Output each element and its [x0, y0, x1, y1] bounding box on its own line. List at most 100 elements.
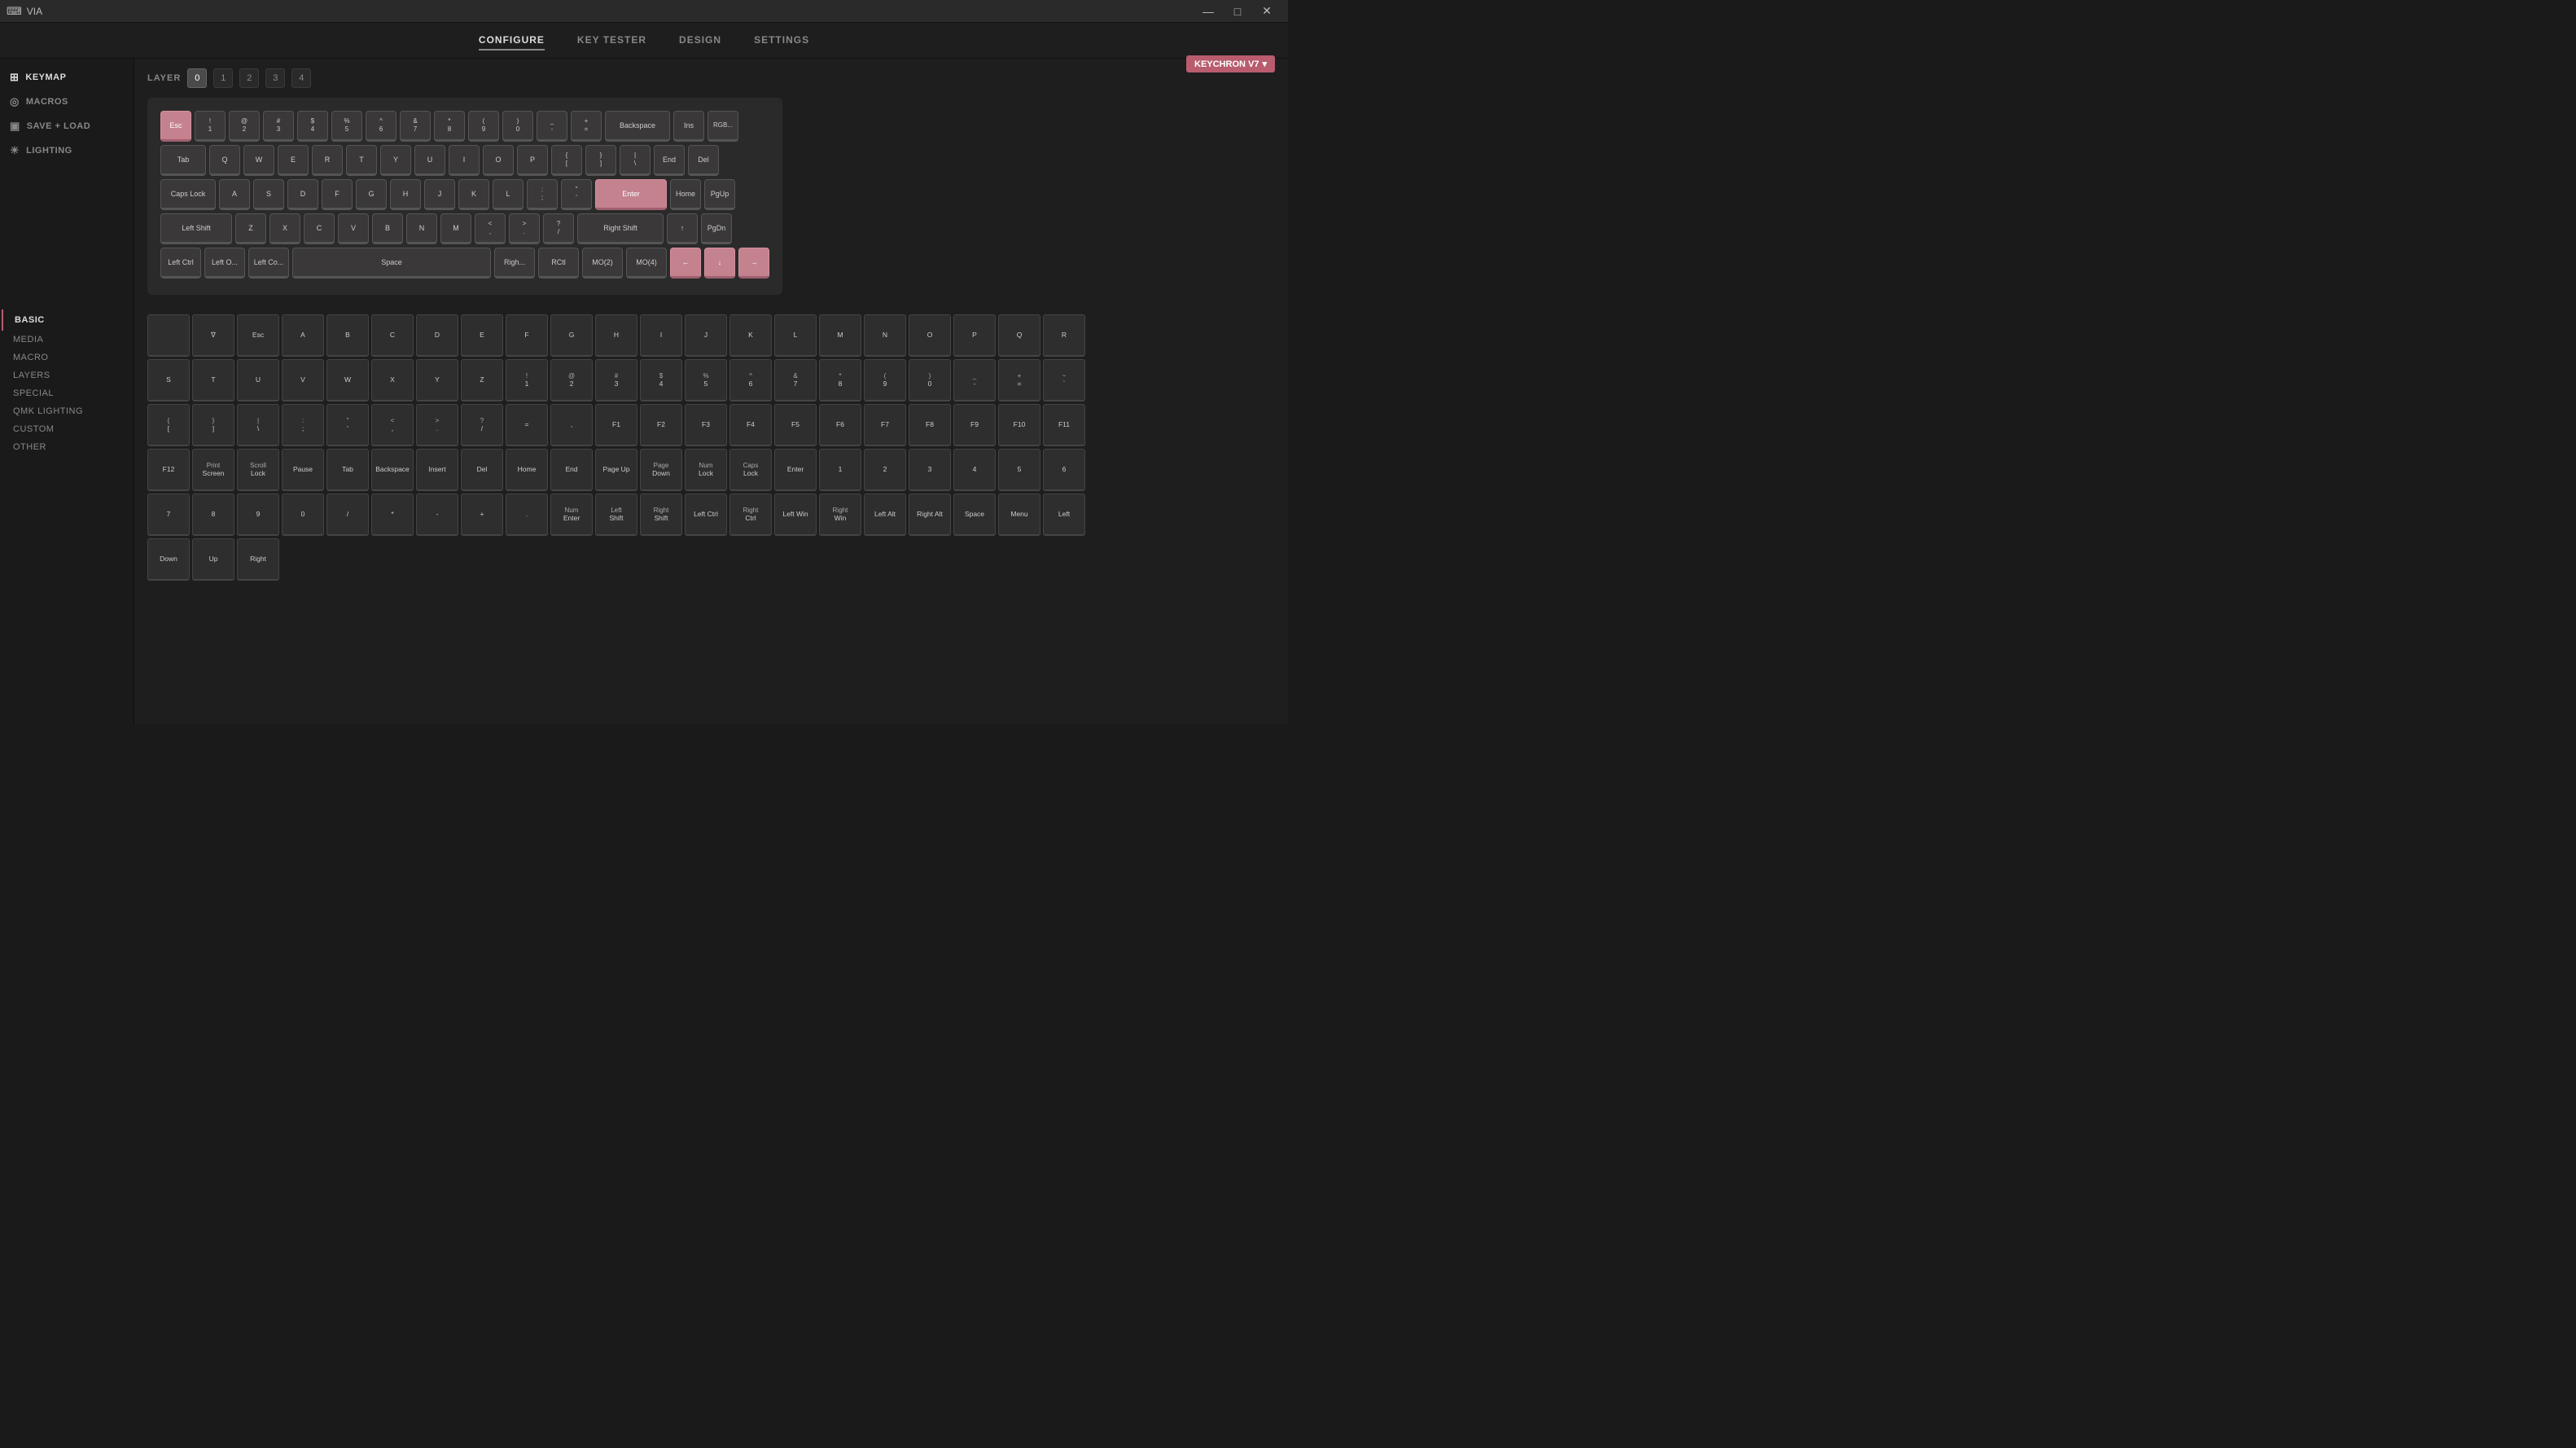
gkey-num-minus[interactable]: -	[416, 494, 458, 536]
sidebar-sub-special[interactable]: SPECIAL	[0, 384, 134, 402]
key-rgb[interactable]: RGB...	[708, 111, 738, 142]
key-enter[interactable]: Enter	[595, 179, 667, 210]
gkey-pct-5[interactable]: %5	[685, 359, 727, 401]
key-left-ctrl[interactable]: Left Ctrl	[160, 248, 201, 279]
gkey-b[interactable]: B	[326, 314, 369, 357]
gkey-right-arrow[interactable]: Right	[237, 538, 279, 581]
gkey-dquote[interactable]: "'	[326, 404, 369, 446]
gkey-hash-3[interactable]: #3	[595, 359, 637, 401]
gkey-tilde[interactable]: ~`	[1043, 359, 1085, 401]
gkey-print-screen[interactable]: PrintScreen	[192, 449, 234, 491]
gkey-q[interactable]: Q	[998, 314, 1040, 357]
gkey-num9[interactable]: 9	[237, 494, 279, 536]
gkey-scroll-lock[interactable]: ScrollLock	[237, 449, 279, 491]
gkey-up-arrow[interactable]: Up	[192, 538, 234, 581]
key-lbracket[interactable]: {[	[551, 145, 582, 176]
key-n[interactable]: N	[406, 213, 437, 244]
gkey-dol-4[interactable]: $4	[640, 359, 682, 401]
sidebar-sub-custom[interactable]: CUSTOM	[0, 420, 134, 438]
key-o[interactable]: O	[483, 145, 514, 176]
gkey-right-win[interactable]: RightWin	[819, 494, 861, 536]
key-right-os[interactable]: Righ...	[494, 248, 535, 279]
gkey-a[interactable]: A	[282, 314, 324, 357]
gkey-num-dot[interactable]: .	[506, 494, 548, 536]
key-home[interactable]: Home	[670, 179, 701, 210]
key-l[interactable]: L	[493, 179, 524, 210]
key-4[interactable]: $4	[297, 111, 328, 142]
key-space[interactable]: Space	[292, 248, 491, 279]
key-w[interactable]: W	[243, 145, 274, 176]
key-rctl[interactable]: RCtl	[538, 248, 579, 279]
key-slash[interactable]: ?/	[543, 213, 574, 244]
layer-btn-0[interactable]: 0	[187, 68, 207, 88]
key-right-shift[interactable]: Right Shift	[577, 213, 664, 244]
key-m[interactable]: M	[440, 213, 471, 244]
gkey-page-down[interactable]: PageDown	[640, 449, 682, 491]
gkey-empty[interactable]	[147, 314, 190, 357]
close-button[interactable]: ✕	[1252, 0, 1281, 23]
gkey-r[interactable]: R	[1043, 314, 1085, 357]
key-up[interactable]: ↑	[667, 213, 698, 244]
nav-key-tester[interactable]: KEY TESTER	[577, 31, 646, 50]
nav-design[interactable]: DESIGN	[679, 31, 721, 50]
key-backspace[interactable]: Backspace	[605, 111, 670, 142]
gkey-plus-eq[interactable]: +=	[998, 359, 1040, 401]
key-minus[interactable]: _-	[537, 111, 567, 142]
key-left-os[interactable]: Left O...	[204, 248, 245, 279]
gkey-c[interactable]: C	[371, 314, 414, 357]
gkey-star-8[interactable]: *8	[819, 359, 861, 401]
sidebar-item-save-load[interactable]: ▣ SAVE + LOAD	[0, 114, 134, 138]
gkey-trns[interactable]: ∇	[192, 314, 234, 357]
gkey-left-win[interactable]: Left Win	[774, 494, 817, 536]
gkey-num-enter[interactable]: NumEnter	[550, 494, 593, 536]
gkey-lt-comma[interactable]: <,	[371, 404, 414, 446]
gkey-i[interactable]: I	[640, 314, 682, 357]
key-7[interactable]: &7	[400, 111, 431, 142]
key-comma[interactable]: <,	[475, 213, 506, 244]
key-quote[interactable]: "'	[561, 179, 592, 210]
sidebar-sub-layers[interactable]: LAYERS	[0, 366, 134, 384]
gkey-p[interactable]: P	[953, 314, 996, 357]
key-i[interactable]: I	[449, 145, 480, 176]
sidebar-item-keymap[interactable]: ⊞ KEYMAP	[0, 65, 134, 90]
gkey-d[interactable]: D	[416, 314, 458, 357]
key-down[interactable]: ↓	[704, 248, 735, 279]
key-q[interactable]: Q	[209, 145, 240, 176]
gkey-f3[interactable]: F3	[685, 404, 727, 446]
key-semicolon[interactable]: :;	[527, 179, 558, 210]
layer-btn-2[interactable]: 2	[239, 68, 259, 88]
gkey-u[interactable]: U	[237, 359, 279, 401]
gkey-f10[interactable]: F10	[998, 404, 1040, 446]
gkey-space[interactable]: Space	[953, 494, 996, 536]
key-8[interactable]: *8	[434, 111, 465, 142]
key-b[interactable]: B	[372, 213, 403, 244]
gkey-rbrace[interactable]: }]	[192, 404, 234, 446]
key-5[interactable]: %5	[331, 111, 362, 142]
gkey-lbrace[interactable]: {[	[147, 404, 190, 446]
key-9[interactable]: (9	[468, 111, 499, 142]
gkey-num7[interactable]: 7	[147, 494, 190, 536]
sidebar-sub-media[interactable]: MEDIA	[0, 331, 134, 349]
key-mo4[interactable]: MO(4)	[626, 248, 667, 279]
gkey-n[interactable]: N	[864, 314, 906, 357]
gkey-num-slash[interactable]: /	[326, 494, 369, 536]
key-x[interactable]: X	[269, 213, 300, 244]
key-h[interactable]: H	[390, 179, 421, 210]
gkey-page-up[interactable]: Page Up	[595, 449, 637, 491]
gkey-f9[interactable]: F9	[953, 404, 996, 446]
gkey-v[interactable]: V	[282, 359, 324, 401]
gkey-f2[interactable]: F2	[640, 404, 682, 446]
key-end[interactable]: End	[654, 145, 685, 176]
key-right-arrow[interactable]: →	[738, 248, 769, 279]
key-f[interactable]: F	[322, 179, 353, 210]
key-c[interactable]: C	[304, 213, 335, 244]
gkey-del[interactable]: Del	[461, 449, 503, 491]
gkey-at-2[interactable]: @2	[550, 359, 593, 401]
gkey-t[interactable]: T	[192, 359, 234, 401]
gkey-gt-period[interactable]: >.	[416, 404, 458, 446]
gkey-amp-7[interactable]: &7	[774, 359, 817, 401]
key-1[interactable]: !1	[195, 111, 226, 142]
gkey-backspace[interactable]: Backspace	[371, 449, 414, 491]
gkey-j[interactable]: J	[685, 314, 727, 357]
key-pgdn[interactable]: PgDn	[701, 213, 732, 244]
